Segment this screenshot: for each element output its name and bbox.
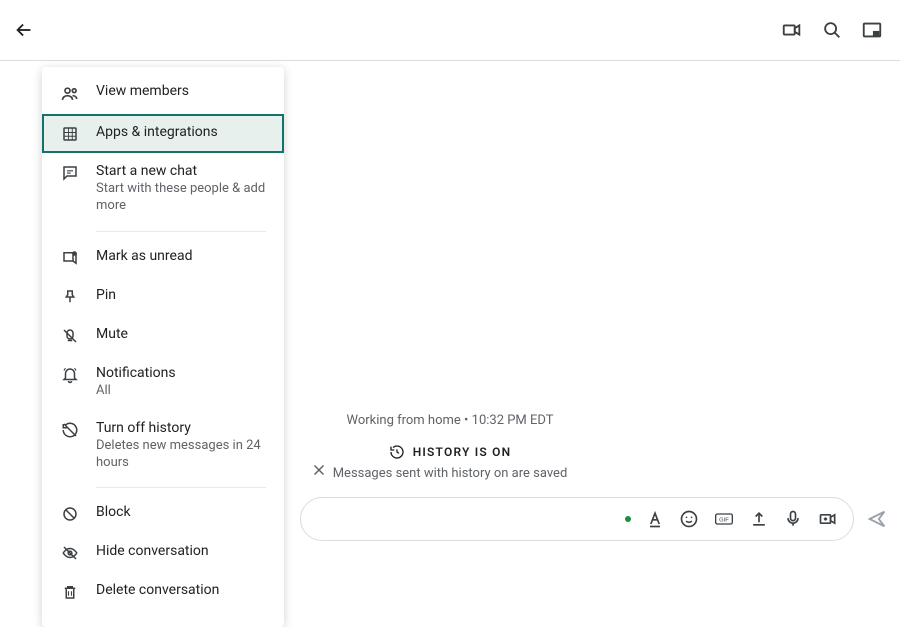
menu-item-apps-integrations[interactable]: Apps & integrations [42,114,284,153]
menu-item-block[interactable]: Block [42,494,284,533]
block-icon [60,505,80,523]
menu-item-label: Apps & integrations [96,124,266,140]
menu-item-sublabel: All [96,383,266,400]
back-button[interactable] [12,18,36,42]
context-menu-scroll[interactable]: View members Apps & integrations Start a… [42,67,284,627]
history-title: HISTORY IS ON [413,445,512,459]
menu-item-pin[interactable]: Pin [42,277,284,316]
video-add-button[interactable] [817,509,839,529]
menu-item-view-members[interactable]: View members [42,73,284,114]
close-icon [310,461,328,479]
people-icon [60,84,80,104]
menu-item-start-chat[interactable]: Start a new chat Start with these people… [42,153,284,225]
history-off-icon [60,421,80,439]
menu-divider [96,487,266,488]
send-icon [866,508,888,530]
mic-button[interactable] [783,509,803,529]
video-call-button[interactable] [780,18,804,42]
delete-icon [60,583,80,601]
content-area: Working from home • 10:32 PM EDT HISTORY… [0,61,900,601]
video-plus-icon [817,509,839,529]
menu-item-label: Start a new chat [96,163,266,179]
format-button[interactable] [645,509,665,529]
topbar [0,0,900,60]
conversation-context-menu: View members Apps & integrations Start a… [42,67,284,627]
menu-item-notifications[interactable]: Notifications All [42,355,284,410]
gif-icon: GIF [713,509,735,529]
arrow-back-icon [13,19,35,41]
emoji-icon [679,509,699,529]
menu-item-label: View members [96,83,266,99]
upload-button[interactable] [749,509,769,529]
menu-item-mute[interactable]: Mute [42,316,284,355]
menu-item-label: Block [96,504,266,520]
menu-item-hide[interactable]: Hide conversation [42,533,284,572]
chat-icon [60,164,80,182]
menu-item-label: Mute [96,326,266,342]
menu-item-sublabel: Deletes new messages in 24 hours [96,438,266,472]
upload-icon [749,509,769,529]
menu-item-label: Hide conversation [96,543,266,559]
menu-item-label: Notifications [96,365,266,381]
emoji-button[interactable] [679,509,699,529]
compose-box[interactable]: GIF [300,497,854,541]
mute-icon [60,327,80,345]
side-panel-button[interactable] [860,18,884,42]
menu-item-label: Pin [96,287,266,303]
menu-item-label: Mark as unread [96,248,266,264]
menu-item-mark-unread[interactable]: Mark as unread [42,238,284,277]
menu-item-delete[interactable]: Delete conversation [42,572,284,611]
history-status: HISTORY IS ON Messages sent with history… [333,444,568,481]
presence-dot-icon [625,516,631,522]
menu-item-turn-off-history[interactable]: Turn off history Deletes new messages in… [42,410,284,482]
menu-item-sublabel: Start with these people & add more [96,181,266,215]
video-icon [781,19,803,41]
history-icon [389,444,405,460]
compose-close-button[interactable] [310,461,328,479]
menu-divider [96,231,266,232]
compose-area: GIF [300,497,876,541]
apps-icon [60,125,80,143]
pin-icon [60,288,80,306]
menu-item-label: Turn off history [96,420,266,436]
bell-icon [60,366,80,384]
gif-button[interactable]: GIF [713,509,735,529]
send-button[interactable] [866,508,888,530]
mic-icon [783,509,803,529]
svg-text:GIF: GIF [719,518,729,524]
format-icon [645,509,665,529]
topbar-actions [780,18,884,42]
search-button[interactable] [820,18,844,42]
history-header: HISTORY IS ON [389,444,512,460]
presence-status: Working from home • 10:32 PM EDT [346,413,553,428]
menu-item-label: Delete conversation [96,582,266,598]
panel-icon [861,19,883,41]
unread-icon [60,249,80,267]
hide-icon [60,544,80,562]
history-subtitle: Messages sent with history on are saved [333,466,568,481]
search-icon [821,19,843,41]
